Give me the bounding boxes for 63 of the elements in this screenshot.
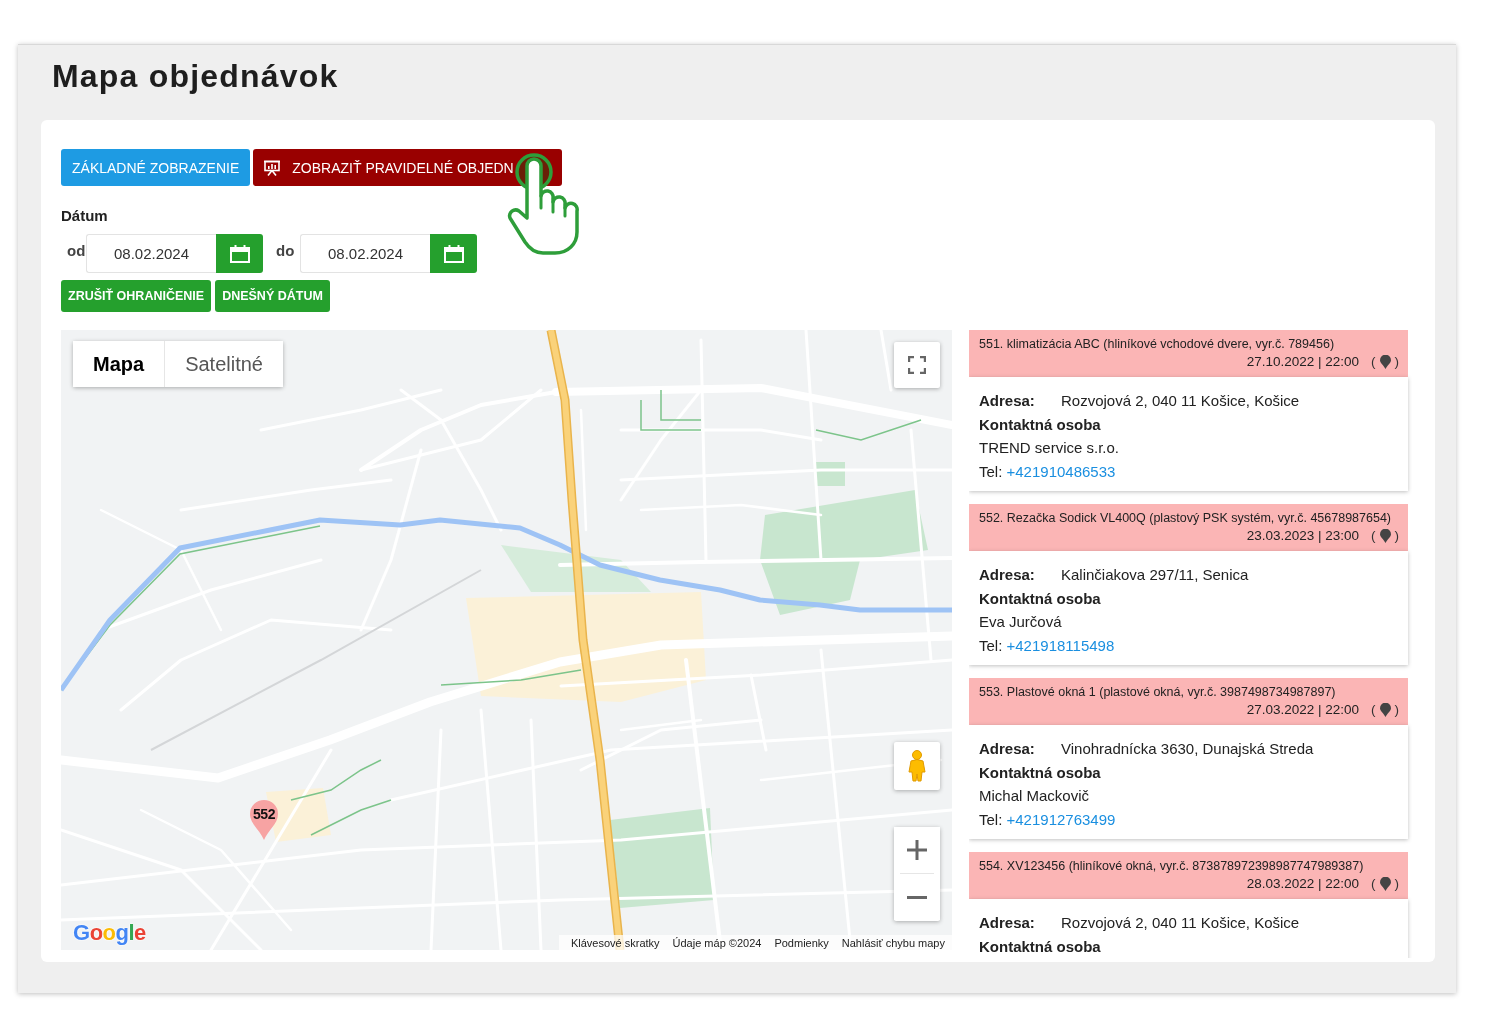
order-title: 552. Rezačka Sodick VL400Q (plastový PSK systém, vyr.č. 45678987654) xyxy=(979,511,1392,525)
phone-link[interactable]: +421912763499 xyxy=(1006,810,1116,828)
to-calendar-button[interactable] xyxy=(430,234,477,273)
address-value: Rozvojová 2, 040 11 Košice, Košice xyxy=(1061,914,1300,931)
order-date: 27.10.2022 | 22:00 xyxy=(1246,353,1359,370)
show-on-map-link[interactable]: ( ) xyxy=(1371,353,1399,370)
zoom-in-button[interactable] xyxy=(894,827,940,873)
contact-label: Kontaktná osoba xyxy=(979,414,1102,435)
contact-name: Michal Mackovič xyxy=(979,786,1091,806)
contact-name: Eva Jurčová xyxy=(979,612,1063,632)
order-date: 27.03.2022 | 22:00 xyxy=(1246,701,1359,718)
contact-name: TREND service s.r.o. xyxy=(979,438,1121,458)
phone-label: Tel: xyxy=(979,462,1003,480)
plus-icon xyxy=(907,840,927,860)
phone-label: Tel: xyxy=(979,810,1003,828)
map-type-tab[interactable]: Satelitné xyxy=(165,341,283,387)
zoom-out-button[interactable] xyxy=(894,874,940,920)
regular-orders-button[interactable]: ZOBRAZIŤ PRAVIDELNÉ OBJEDN xyxy=(253,149,563,186)
address-value: Rozvojová 2, 040 11 Košice, Košice xyxy=(1061,392,1300,409)
address-label: Adresa: xyxy=(979,565,1036,585)
map-pin-icon xyxy=(1379,876,1391,891)
date-to-field[interactable]: 08.02.2024 xyxy=(300,234,430,273)
map-footer-link[interactable]: Podmienky xyxy=(774,935,829,950)
address-value: Kalinčiakova 297/11, Senica xyxy=(1061,566,1249,583)
map-logo: Google xyxy=(73,920,146,946)
fullscreen-button[interactable] xyxy=(894,342,940,388)
show-on-map-link[interactable]: ( ) xyxy=(1371,527,1399,544)
to-label: do xyxy=(276,242,296,259)
person-icon xyxy=(908,750,926,782)
contact-label: Kontaktná osoba xyxy=(979,762,1102,783)
minus-icon xyxy=(907,895,927,899)
map-pin-icon xyxy=(1379,702,1391,717)
date-section-label: Dátum xyxy=(61,206,109,226)
fullscreen-icon xyxy=(908,356,926,374)
order-date: 28.03.2022 | 22:00 xyxy=(1246,875,1359,892)
phone-label: Tel: xyxy=(979,636,1003,654)
calendar-icon xyxy=(443,244,464,263)
presentation-board-icon xyxy=(264,159,281,176)
address-label: Adresa: xyxy=(979,913,1036,933)
contact-label: Kontaktná osoba xyxy=(979,936,1102,957)
contact-label: Kontaktná osoba xyxy=(979,588,1102,609)
map-footer-link[interactable]: Klávesové skratky xyxy=(570,935,660,950)
address-label: Adresa: xyxy=(979,391,1036,411)
address-value: Vinohradnícka 3630, Dunajská Streda xyxy=(1061,740,1314,757)
map-pin-icon xyxy=(1379,354,1391,369)
from-label: od xyxy=(66,242,86,259)
show-on-map-link[interactable]: ( ) xyxy=(1371,701,1399,718)
map-footer-link[interactable]: Údaje máp ©2024 xyxy=(672,935,762,950)
from-calendar-button[interactable] xyxy=(216,234,263,273)
order-title: 554. XV123456 (hliníkové okná, vyr.č. 873878972398987747989387) xyxy=(979,859,1364,873)
map-pin-icon xyxy=(1379,528,1391,543)
order-title: 551. klimatizácia ABC (hliníkové vchodové dvere, vyr.č. 789456) xyxy=(979,337,1335,351)
address-label: Adresa: xyxy=(979,739,1036,759)
map-footer-link[interactable]: Nahlásiť chybu mapy xyxy=(841,935,945,950)
order-date: 23.03.2023 | 23:00 xyxy=(1246,527,1359,544)
phone-link[interactable]: +421918115498 xyxy=(1006,636,1115,654)
show-on-map-link[interactable]: ( ) xyxy=(1371,875,1399,892)
map-type-tab[interactable]: Mapa xyxy=(73,341,166,387)
page-title: Mapa objednávok xyxy=(52,58,340,94)
calendar-icon xyxy=(229,244,250,263)
order-title: 553. Plastové okná 1 (plastové okná, vyr.č. 3987498734987897) xyxy=(979,685,1336,699)
date-from-field[interactable]: 08.02.2024 xyxy=(86,234,216,273)
phone-link[interactable]: +421910486533 xyxy=(1006,462,1116,480)
